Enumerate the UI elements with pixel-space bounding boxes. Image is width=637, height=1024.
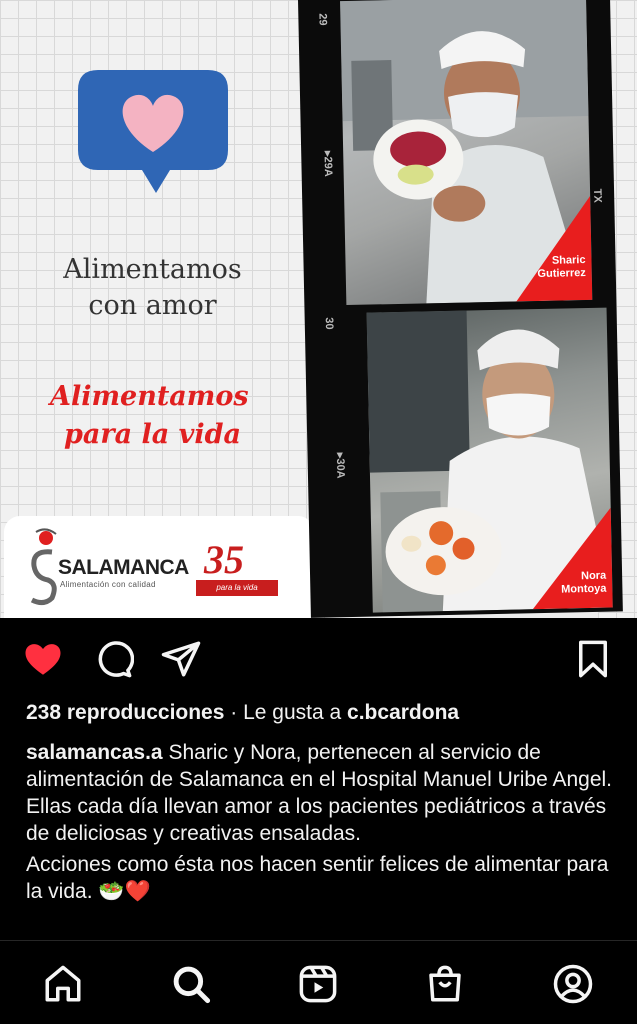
person-name-tag: Sharic Gutierrez [537, 254, 586, 281]
post-stats: 238 reproducciones · Le gusta a c.bcardo… [26, 701, 459, 725]
shop-icon[interactable] [424, 963, 466, 1005]
profile-icon[interactable] [552, 963, 594, 1005]
photo-nora: Nora Montoya [366, 307, 613, 613]
film-number: 29 [316, 13, 329, 26]
home-icon[interactable] [42, 963, 84, 1005]
photo-sharic: Sharic Gutierrez [340, 0, 593, 306]
send-icon[interactable] [160, 638, 202, 680]
comment-icon[interactable] [92, 638, 135, 680]
tagline-line-2: para la vida [64, 419, 241, 450]
brand-slogan: Alimentación con calidad [60, 580, 156, 589]
tagline-line-1: Alimentamos [50, 381, 249, 412]
brand-logo-card: SALAMANCA Alimentación con calidad 35 pa… [4, 516, 314, 618]
person-name-tag: Nora Montoya [561, 569, 607, 596]
caption-emoji: 🥗❤️ [98, 880, 151, 903]
anniversary-number: 35 [204, 537, 244, 582]
separator-dot: · [230, 701, 238, 724]
film-number: TX [591, 188, 604, 203]
chef-photo-illustration [366, 310, 613, 613]
liked-by-user[interactable]: c.bcardona [347, 701, 459, 724]
brand-name: SALAMANCA [58, 556, 189, 579]
post-caption: salamancas.a Sharic y Nora, pertenecen a… [26, 739, 616, 909]
bottom-navigation [0, 940, 637, 1024]
bookmark-icon[interactable] [572, 638, 614, 680]
play-count[interactable]: 238 reproducciones [26, 701, 224, 724]
heart-filled-icon[interactable] [22, 638, 64, 680]
liked-by-prefix: Le gusta a [243, 701, 342, 724]
film-strip: 29 ▸29A 30 ▸30A TX Sharic Gutierrez Nora… [298, 0, 623, 618]
headline-line-1: Alimentamos [63, 254, 242, 285]
post-media[interactable]: Alimentamos con amor Alimentamos para la… [0, 0, 637, 618]
film-number: 30 [322, 317, 336, 330]
salamanca-logo-icon [30, 528, 57, 606]
post-tagline: Alimentamos para la vida [50, 378, 270, 454]
caption-username[interactable]: salamancas.a [26, 741, 163, 764]
post-action-bar [0, 628, 637, 690]
headline-line-2: con amor [88, 290, 217, 321]
post-headline: Alimentamos con amor [40, 252, 265, 324]
film-number: ▸29A [321, 150, 335, 177]
reels-icon[interactable] [297, 963, 339, 1005]
film-number: ▸30A [333, 452, 347, 479]
heart-bubble-icon [78, 70, 228, 193]
anniversary-ribbon: para la vida [196, 580, 278, 596]
search-icon[interactable] [170, 963, 212, 1005]
